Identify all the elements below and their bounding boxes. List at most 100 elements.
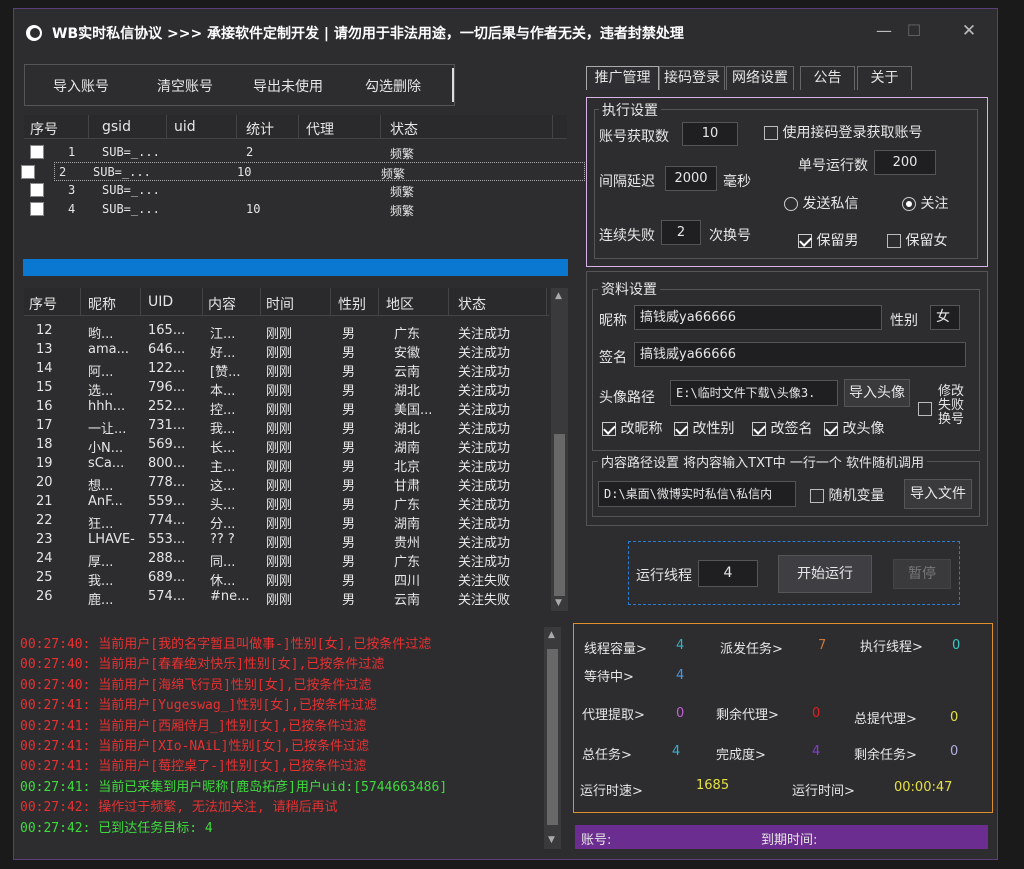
single-run-input[interactable]: 200 [874,150,936,175]
tab-network[interactable]: 网络设置 [726,66,794,90]
col-status[interactable]: 状态 [390,119,418,139]
mod-gender-checkbox[interactable]: 改性别 [674,418,734,438]
gender-input[interactable]: 女 [930,305,960,330]
table-row[interactable]: 22 狂... 774... 分... 刚刚 男 湖南 关注成功 [24,512,549,532]
table-row[interactable]: 25 我... 689... 休... 刚刚 男 四川 关注失败 [24,569,549,589]
delete-checked-button[interactable]: 勾选删除 [365,76,421,96]
row-checkbox[interactable] [30,182,44,197]
col-uid[interactable]: uid [174,119,196,135]
delay-input[interactable]: 2000 [665,166,717,191]
window-title: WB实时私信协议 >>> 承接软件定制开发 | 请勿用于非法用途，一切后果与作者… [52,26,684,42]
minimize-button[interactable]: — [869,19,899,43]
proxy-left-value: 0 [812,706,821,721]
content-path-input[interactable]: D:\桌面\微博实时私信\私信内 [598,481,796,507]
use-sms-login-checkbox[interactable]: 使用接码登录获取账号 [764,122,922,142]
keep-male-checkbox[interactable]: 保留男 [798,230,858,250]
row-checkbox[interactable] [30,201,44,216]
total-value: 4 [672,744,681,759]
speed-value: 1685 [696,778,730,793]
row-checkbox[interactable] [21,164,35,179]
import-avatar-button[interactable]: 导入头像 [844,379,910,407]
cell-time: 刚刚 [266,593,293,608]
cell-nick: 我... [88,574,114,589]
col-region[interactable]: 地区 [386,294,414,314]
scroll-up-icon[interactable]: ▲ [548,630,555,640]
export-unused-button[interactable]: 导出未使用 [253,76,323,96]
table-row[interactable]: 14 阿... 122... [赞... 刚刚 男 云南 关注成功 [24,360,549,380]
pause-button[interactable]: 暂停 [893,559,951,589]
tab-announcement[interactable]: 公告 [800,66,855,90]
random-var-checkbox[interactable]: 随机变量 [810,485,884,505]
col-nick[interactable]: 昵称 [88,294,116,314]
col-no[interactable]: 序号 [30,119,58,139]
col-uid[interactable]: UID [148,294,173,310]
table-row[interactable]: 26 鹿... 574... #ne... 刚刚 男 云南 关注失败 [24,588,549,608]
table-row-selected[interactable]: 2 SUB=_... 10 频繁 [21,162,585,181]
table-row[interactable]: 24 厚... 288... 同... 刚刚 男 广东 关注成功 [24,550,549,570]
account-fetch-input[interactable]: 10 [682,122,738,146]
col-time[interactable]: 时间 [266,294,294,314]
maximize-button[interactable]: ☐ [899,19,929,43]
table-row[interactable]: 16 hhh... 252... 控... 刚刚 男 美国... 关注成功 [24,398,549,418]
table-row[interactable]: 20 想... 778... 这... 刚刚 男 甘肃 关注成功 [24,474,549,494]
tab-sms-login[interactable]: 接码登录 [659,66,725,90]
table-row[interactable]: 4 SUB=_... 10 频繁 [24,200,567,219]
mod-sign-checkbox[interactable]: 改签名 [752,418,812,438]
tab-about[interactable]: 关于 [857,66,912,90]
cell-gender: 男 [342,460,356,475]
start-button[interactable]: 开始运行 [778,555,872,593]
send-dm-radio[interactable]: 发送私信 [784,193,858,213]
scroll-down-icon[interactable]: ▼ [555,598,562,608]
col-proxy[interactable]: 代理 [306,119,334,139]
table-row[interactable]: 17 一让... 731... 我... 刚刚 男 湖北 关注成功 [24,417,549,437]
clear-accounts-button[interactable]: 清空账号 [157,76,213,96]
col-count[interactable]: 统计 [246,119,274,139]
nick-input[interactable]: 搞钱威ya66666 [634,305,882,330]
threads-input[interactable]: 4 [698,560,758,587]
table-row[interactable]: 1 SUB=_... 2 频繁 [24,143,567,162]
table-row[interactable]: 13 ama... 646... 好... 刚刚 男 安徽 关注成功 [24,341,549,361]
modify-fail-swap-label: 修改失败换号 [937,384,964,427]
col-gender[interactable]: 性别 [338,294,366,314]
cell-time: 刚刚 [266,517,293,532]
keep-female-checkbox[interactable]: 保留女 [887,230,947,250]
mod-avatar-checkbox[interactable]: 改头像 [824,418,884,438]
cell-region: 广东 [394,555,421,570]
log-scrollbar[interactable]: ▲ ▼ [544,627,561,849]
table-row[interactable]: 3 SUB=_... 频繁 [24,181,567,200]
row-checkbox[interactable] [30,144,44,159]
mod-nick-checkbox[interactable]: 改昵称 [602,418,662,438]
follow-radio[interactable]: 关注 [902,193,948,213]
cell-region: 贵州 [394,536,421,551]
results-scrollbar[interactable]: ▲ ▼ [551,288,568,611]
cell-nick: 狂... [88,517,114,532]
scroll-thumb[interactable] [547,649,558,825]
col-gsid[interactable]: gsid [102,119,131,135]
expire-label: 到期时间: [761,833,818,848]
scroll-thumb[interactable] [554,434,565,596]
table-row[interactable]: 12 哟... 165... 江... 刚刚 男 广东 关注成功 [24,322,549,342]
cell-status: 关注成功 [458,555,511,570]
import-file-button[interactable]: 导入文件 [904,479,972,509]
fail-input[interactable]: 2 [661,220,701,245]
sign-input[interactable]: 搞钱威ya66666 [634,342,966,367]
avatar-path-input[interactable]: E:\临时文件下载\头像3. [670,380,838,406]
col-content[interactable]: 内容 [208,294,236,314]
fail-unit-label: 次换号 [709,228,751,244]
scroll-up-icon[interactable]: ▲ [555,291,562,301]
tab-promotion[interactable]: 推广管理 [586,66,659,90]
cell-time: 刚刚 [266,441,293,456]
table-row[interactable]: 23 LHAVE- 553... ?? ? 刚刚 男 贵州 关注成功 [24,531,549,551]
table-row[interactable]: 15 选... 796... 本... 刚刚 男 湖北 关注成功 [24,379,549,399]
cell-uid: 778... [148,475,186,490]
waiting-label: 等待中> [584,670,634,685]
table-row[interactable]: 19 sCa... 800... 主... 刚刚 男 北京 关注成功 [24,455,549,475]
table-row[interactable]: 18 小N... 569... 长... 刚刚 男 湖南 关注成功 [24,436,549,456]
import-accounts-button[interactable]: 导入账号 [53,76,109,96]
scroll-down-icon[interactable]: ▼ [548,835,555,845]
table-row[interactable]: 21 AnF... 559... 头... 刚刚 男 广东 关注成功 [24,493,549,513]
col-no[interactable]: 序号 [29,294,57,314]
modify-fail-swap-checkbox[interactable] [918,401,932,416]
col-status[interactable]: 状态 [458,294,486,314]
close-button[interactable]: ✕ [954,19,984,43]
